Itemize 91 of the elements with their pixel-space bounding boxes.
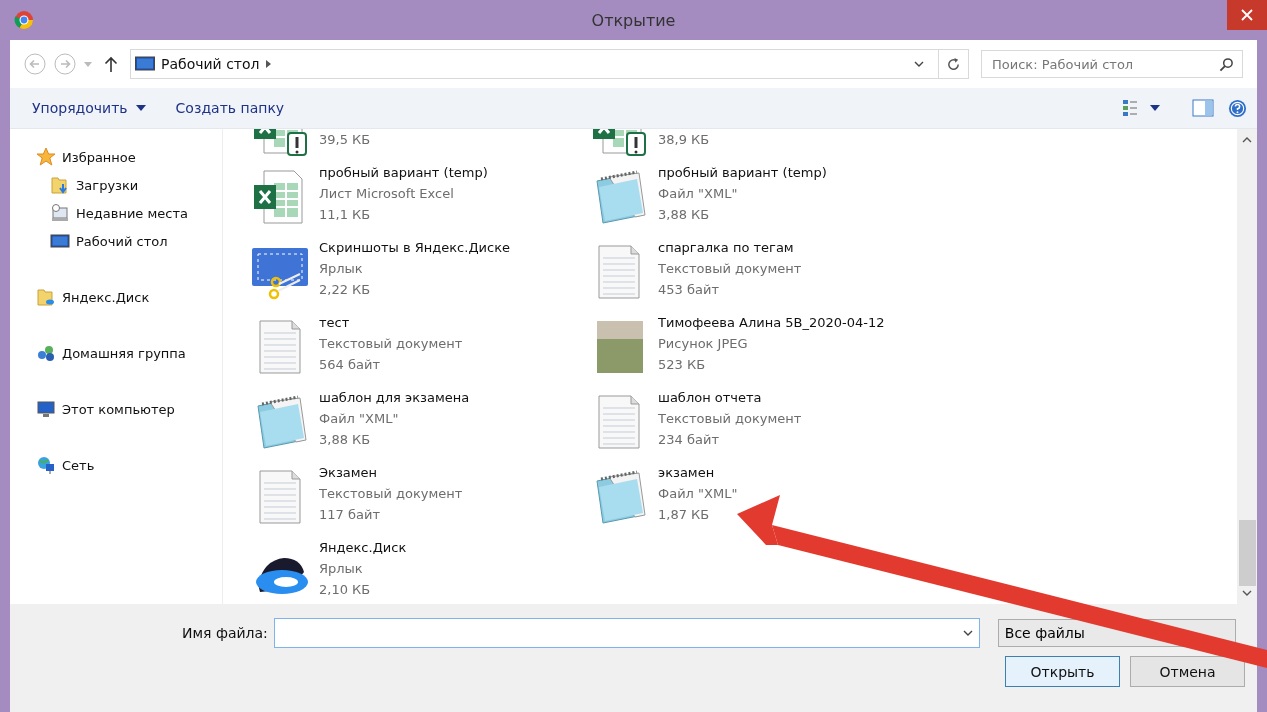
file-name: пробный вариант (temp): [319, 164, 488, 182]
caret-icon[interactable]: [135, 105, 146, 111]
file-type: Рисунок JPEG: [658, 335, 749, 353]
scroll-up-icon[interactable]: [1242, 137, 1252, 143]
search-field[interactable]: Поиск: Рабочий стол: [981, 50, 1243, 78]
file-size: 117 байт: [319, 506, 381, 524]
file-size: 2,10 КБ: [319, 581, 372, 599]
file-size: 564 байт: [319, 356, 381, 374]
file-name: шаблон для экзамена: [319, 389, 470, 407]
file-type: Текстовый документ: [658, 410, 802, 428]
file-type: Ярлык: [319, 560, 364, 578]
file-size: 39,5 КБ: [319, 131, 371, 149]
file-type: Файл "XML": [658, 185, 739, 203]
sidebar-item[interactable]: Яндекс.Диск: [10, 283, 222, 311]
file-type: Файл "XML": [319, 410, 400, 428]
file-item[interactable]: шаблон отчета Текстовый документ 234 байт: [588, 387, 1237, 462]
file-size: 234 байт: [658, 431, 720, 449]
sidebar-item[interactable]: Домашняя группа: [10, 339, 222, 367]
path-text: Рабочий стол: [161, 56, 260, 72]
scroll-thumb[interactable]: [1238, 520, 1256, 586]
file-name: шаблон отчета: [658, 389, 763, 407]
file-item[interactable]: спаргалка по тегам Текстовый документ 453 байт: [588, 237, 1237, 312]
download-folder-icon: [50, 175, 70, 195]
caret-icon[interactable]: [1150, 105, 1160, 111]
file-name: Экзамен: [319, 464, 379, 482]
star-icon: [36, 147, 56, 167]
sidebar-item[interactable]: Этот компьютер: [10, 395, 222, 423]
homegroup-icon: [36, 343, 56, 363]
file-type: Текстовый документ: [319, 335, 463, 353]
file-name: пробный вариант (temp): [658, 164, 827, 182]
refresh-icon[interactable]: [946, 56, 961, 72]
computer-icon: [36, 399, 56, 419]
open-button[interactable]: Открыть: [1005, 656, 1120, 687]
filename-field[interactable]: [273, 618, 980, 648]
file-item[interactable]: экзамен Файл "XML" 1,87 КБ: [588, 462, 1237, 537]
file-name: Яндекс.Диск: [319, 539, 407, 557]
network-icon: [36, 455, 56, 475]
recent-places-icon: [50, 203, 70, 223]
search-icon[interactable]: [1219, 57, 1234, 72]
file-item[interactable]: пробный вариант (temp) Файл "XML" 3,88 КБ: [588, 162, 1237, 237]
monitor-icon: [135, 56, 155, 72]
file-type: Файл "XML": [658, 485, 738, 503]
file-item[interactable]: пробный вариант (temp) Лист Microsoft Excel 11,1 КБ: [249, 162, 588, 237]
file-size: 11,1 КБ: [319, 206, 372, 224]
file-item[interactable]: шаблон для экзамена Файл "XML" 3,88 КБ: [249, 387, 588, 462]
close-button[interactable]: [1227, 0, 1267, 30]
file-item[interactable]: Скриншоты в Яндекс.Диске Ярлык 2,22 КБ: [249, 237, 588, 312]
help-icon[interactable]: [1228, 98, 1247, 118]
cancel-button[interactable]: Отмена: [1130, 656, 1245, 687]
file-name: тест: [319, 314, 351, 332]
up-arrow-icon[interactable]: [104, 56, 118, 72]
address-bar[interactable]: Рабочий стол: [130, 49, 969, 79]
scrollbar[interactable]: [1237, 129, 1257, 604]
sidebar-item[interactable]: Недавние места: [10, 199, 222, 227]
toolbar-button[interactable]: Создать папку: [167, 96, 293, 120]
file-item[interactable]: Тимофеева Алина 5В_2020-04-12 Рисунок JPEG 523 КБ: [588, 312, 1237, 387]
file-item[interactable]: тест Текстовый документ 564 байт: [249, 312, 588, 387]
file-size: 2,22 КБ: [319, 281, 372, 299]
file-size: 3,88 КБ: [658, 206, 711, 224]
sidebar-item[interactable]: Загрузки: [10, 171, 222, 199]
window-title: Открытие: [590, 10, 677, 30]
file-size: 453 байт: [658, 281, 720, 299]
dropdown-chevron-icon[interactable]: [914, 61, 924, 67]
file-item[interactable]: Экзамен Текстовый документ 117 байт: [249, 462, 588, 537]
file-size: 38,9 КБ: [658, 131, 710, 149]
file-size: 523 КБ: [658, 356, 707, 374]
file-type: Ярлык: [319, 260, 364, 278]
scroll-down-icon[interactable]: [1242, 590, 1252, 596]
sidebar-item[interactable]: Сеть: [10, 451, 222, 479]
file-size: 3,88 КБ: [319, 431, 372, 449]
file-size: 1,87 КБ: [658, 506, 711, 524]
file-item[interactable]: Яндекс.Диск Ярлык 2,10 КБ: [249, 537, 588, 604]
app-logo-icon: [14, 10, 34, 30]
chevron-right-icon[interactable]: [265, 60, 271, 68]
file-name: Скриншоты в Яндекс.Диске: [319, 239, 510, 257]
file-type: Текстовый документ: [319, 485, 463, 503]
file-name: спаргалка по тегам: [658, 239, 795, 257]
file-name: Тимофеева Алина 5В_2020-04-12: [658, 314, 885, 332]
file-name: экзамен: [658, 464, 716, 482]
monitor-icon: [50, 231, 70, 251]
close-icon[interactable]: [1241, 9, 1253, 21]
folder-icon: [36, 287, 56, 307]
sidebar-item[interactable]: Рабочий стол: [10, 227, 222, 255]
dropdown-chevron-icon[interactable]: [962, 630, 973, 636]
toolbar-button[interactable]: Упорядочить: [24, 96, 154, 120]
filename-label: Имя файла:: [182, 625, 268, 641]
file-type: Текстовый документ: [658, 260, 802, 278]
file-type: Лист Microsoft Excel: [319, 185, 455, 203]
file-item[interactable]: 38,9 КБ: [588, 129, 1237, 162]
sidebar-item[interactable]: Избранное: [10, 143, 222, 171]
file-item[interactable]: 39,5 КБ: [249, 129, 588, 162]
